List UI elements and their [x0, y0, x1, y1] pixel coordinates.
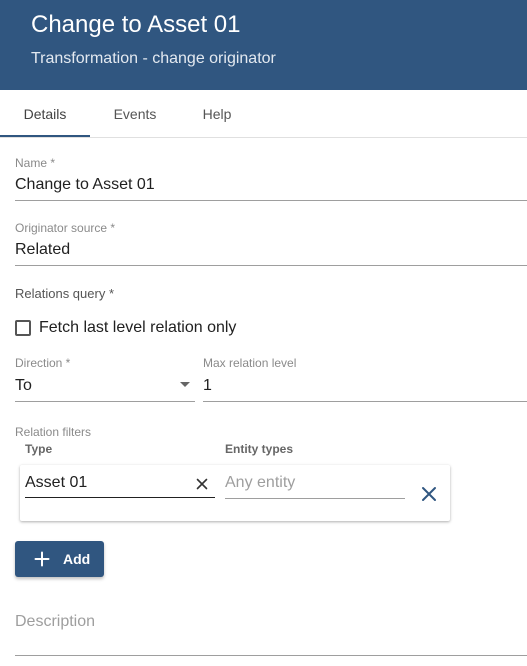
- active-tab-indicator: [0, 135, 90, 137]
- relation-filters-label: Relation filters: [15, 425, 92, 439]
- name-underline: [15, 200, 527, 201]
- direction-select[interactable]: To: [15, 376, 32, 396]
- dialog-title: Change to Asset 01: [31, 11, 241, 38]
- fetch-last-level-label[interactable]: Fetch last level relation only: [39, 318, 236, 338]
- caret-down-icon[interactable]: [180, 382, 190, 387]
- tab-bar: Details Events Help: [0, 90, 527, 138]
- entity-types-column-header: Entity types: [225, 442, 294, 456]
- close-icon[interactable]: [196, 478, 208, 490]
- dialog-header: Change to Asset 01 Transformation - chan…: [0, 0, 527, 90]
- add-filter-button[interactable]: Add: [15, 541, 104, 577]
- originator-source-label: Originator source *: [15, 221, 116, 235]
- name-input[interactable]: Change to Asset 01: [15, 175, 155, 195]
- entity-types-input[interactable]: Any entity: [225, 473, 295, 493]
- max-relation-level-input[interactable]: 1: [203, 376, 212, 396]
- type-column-header: Type: [25, 442, 53, 456]
- direction-label: Direction *: [15, 356, 71, 370]
- add-button-label: Add: [63, 551, 91, 567]
- relations-query-label: Relations query *: [15, 286, 114, 301]
- direction-underline: [15, 401, 195, 402]
- description-input[interactable]: Description: [15, 612, 95, 632]
- entity-types-underline: [225, 498, 405, 499]
- fetch-last-level-checkbox[interactable]: [15, 320, 31, 336]
- originator-source-select[interactable]: Related: [15, 240, 70, 260]
- tab-events[interactable]: Events: [90, 90, 180, 138]
- originator-source-underline: [15, 265, 527, 266]
- tab-details[interactable]: Details: [0, 90, 90, 138]
- name-label: Name *: [15, 156, 56, 170]
- relation-type-underline: [25, 497, 215, 498]
- max-relation-level-underline: [203, 401, 527, 402]
- max-relation-level-label: Max relation level: [203, 356, 297, 370]
- relation-type-input[interactable]: Asset 01: [25, 473, 87, 493]
- description-underline: [15, 655, 527, 656]
- plus-icon: [34, 551, 50, 567]
- tab-help[interactable]: Help: [172, 90, 262, 138]
- remove-filter-icon[interactable]: [421, 486, 437, 502]
- dialog-subtitle: Transformation - change originator: [31, 50, 276, 67]
